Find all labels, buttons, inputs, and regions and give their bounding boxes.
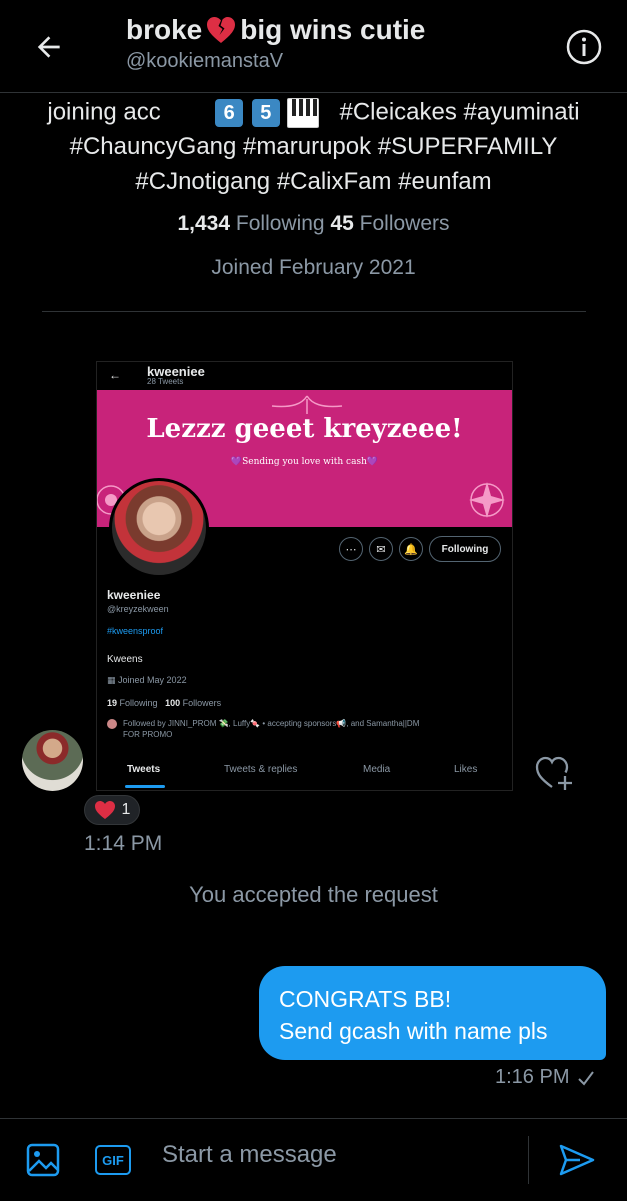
mini-avatar <box>107 719 117 729</box>
composer-divider <box>528 1136 529 1184</box>
card-tab-replies: Tweets & replies <box>224 764 298 775</box>
banner-title: Lezzz geeet kreyzeee! <box>146 414 463 444</box>
sent-timestamp: 1:16 PM <box>495 1066 595 1089</box>
image-icon <box>26 1143 60 1177</box>
card-following-button: Following <box>429 536 501 562</box>
card-message-icon: ✉ <box>369 537 393 561</box>
card-notify-bell-icon: 🔔 <box>399 537 423 561</box>
bio-line-3[interactable]: #CJnotigang #CalixFam #eunfam <box>0 168 627 196</box>
system-message: You accepted the request <box>189 882 438 907</box>
keycap-5-icon: 5 <box>251 99 280 127</box>
card-tab-likes: Likes <box>454 764 478 775</box>
reaction-count: 1 <box>121 801 131 818</box>
bio-hashtags-1[interactable]: #Cleicakes #ayuminati <box>339 98 579 125</box>
conversation-info-button[interactable] <box>563 26 605 68</box>
card-followed-by: Followed by JINNI_PROM 💸, Luffy🍬 • accep… <box>107 718 437 740</box>
conversation-title[interactable]: broke big wins cutie @kookiemanstaV <box>126 14 425 73</box>
username: @kookiemanstaV <box>126 50 284 72</box>
info-icon <box>566 29 602 65</box>
shared-image[interactable]: ← kweeniee 28 Tweets Lezzz geeet kreyzee… <box>96 361 513 791</box>
card-joined: ▦ Joined May 2022 <box>107 675 187 685</box>
following-link[interactable]: 1,434 Following <box>177 212 324 235</box>
bio-line-1: joining acc 6 5 #Cleicakes #ayuminati <box>0 98 627 128</box>
calendar-icon: ▦ <box>107 675 116 685</box>
profile-stats: 1,434 Following 45 Followers <box>0 212 627 236</box>
banner-flower-right-icon <box>469 482 505 518</box>
arrow-left-icon <box>37 36 60 58</box>
add-reaction-button[interactable] <box>533 752 575 794</box>
send-button[interactable] <box>555 1138 599 1182</box>
card-hashtag: #kweensproof <box>107 626 164 636</box>
joined-date: Joined February 2021 <box>211 256 416 279</box>
card-name: kweeniee <box>107 588 161 602</box>
card-tab-tweets: Tweets <box>127 764 161 775</box>
banner-ornament-icon <box>271 395 343 414</box>
add-media-button[interactable] <box>24 1141 62 1179</box>
checkmark-icon <box>578 1070 595 1086</box>
card-tab-media: Media <box>363 764 391 775</box>
message-input[interactable] <box>160 1134 524 1176</box>
banner-subtitle: 💜Sending you love with cash💜 <box>230 457 379 467</box>
broken-heart-icon <box>207 17 236 43</box>
card-tweet-count: 28 Tweets <box>147 377 184 386</box>
reaction-badge[interactable]: 1 <box>84 795 140 825</box>
sender-avatar[interactable] <box>22 730 83 791</box>
card-tab-indicator <box>125 785 165 788</box>
divider <box>42 311 586 312</box>
card-bio: Kweens <box>107 654 143 665</box>
card-stats: 19 Following 100 Followers <box>107 698 222 708</box>
gif-button[interactable]: GIF <box>95 1145 131 1175</box>
sent-message-line-2: Send gcash with name pls <box>279 1018 548 1044</box>
received-timestamp: 1:14 PM <box>84 832 163 855</box>
bio-line-2[interactable]: #ChauncyGang #marurupok #SUPERFAMILY <box>0 133 627 161</box>
heart-plus-icon <box>535 756 572 790</box>
back-button[interactable] <box>24 22 74 72</box>
red-heart-icon <box>94 801 115 819</box>
sent-message-line-1: CONGRATS BB! <box>279 986 452 1012</box>
display-name: broke <box>126 14 203 45</box>
sent-message-bubble[interactable]: CONGRATS BB! Send gcash with name pls <box>259 966 606 1060</box>
keycap-6-icon: 6 <box>215 99 244 127</box>
card-back-arrow-icon: ← <box>109 368 121 382</box>
send-icon <box>559 1144 595 1176</box>
piano-keys-icon <box>287 98 320 128</box>
card-more-icon: ⋯ <box>339 537 363 561</box>
display-name-suffix: big wins cutie <box>240 14 426 45</box>
followers-link[interactable]: 45 Followers <box>330 212 449 235</box>
card-handle: @kreyzekween <box>107 604 169 614</box>
card-profile-avatar <box>109 478 209 578</box>
